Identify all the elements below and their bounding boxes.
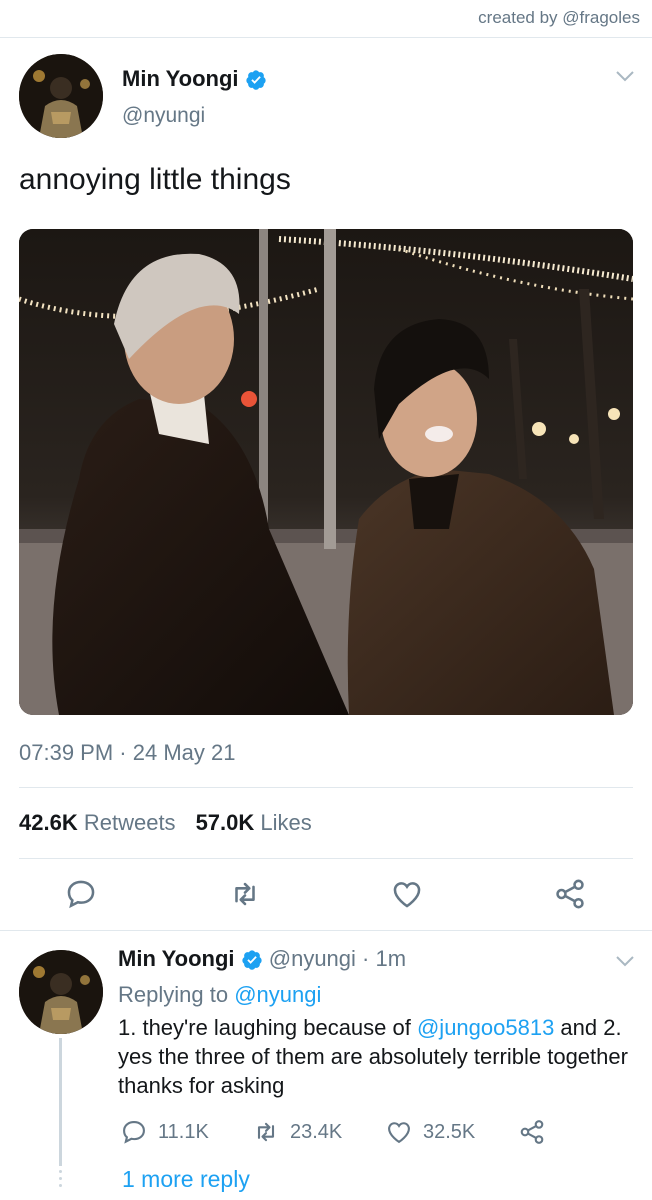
likes-count: 57.0K [195,810,255,835]
credit-text: created by @fragoles [478,8,640,27]
reply-replies-count: 11.1K [158,1120,209,1143]
reply-button[interactable] [64,877,98,911]
replying-to-handle[interactable]: @nyungi [234,982,321,1007]
reply-share-button[interactable] [518,1118,556,1146]
reply-author-handle[interactable]: @nyungi [269,946,356,971]
reply-icon [67,880,95,909]
retweets-stat[interactable]: 42.6K Retweets [19,810,176,835]
share-button[interactable] [553,877,587,911]
thread-line [59,1038,62,1166]
replying-to-label: Replying to [118,982,229,1007]
reply-text: 1. they're laughing because of @jungoo58… [118,1013,628,1100]
verified-badge-icon [246,70,266,90]
author-handle[interactable]: @nyungi [122,104,205,128]
verified-badge-icon [242,950,262,970]
share-icon [520,1120,544,1144]
dot-separator: · [355,946,376,971]
like-icon [393,882,421,908]
reply-retweets-count: 23.4K [290,1120,343,1143]
reply-icon [123,1121,145,1144]
replying-to: Replying to @nyungi [118,982,321,1008]
chevron-down-icon[interactable] [615,953,635,969]
more-replies-link[interactable]: 1 more reply [122,1166,250,1193]
mention-link[interactable]: @jungoo5813 [417,1015,554,1040]
author-name[interactable]: Min Yoongi [122,66,267,92]
reply-header: Min Yoongi @nyungi · 1m [118,946,406,972]
author-name-text[interactable]: Min Yoongi [122,66,239,91]
reply-time[interactable]: 1m [375,946,406,971]
like-icon [388,1122,410,1144]
likes-label: Likes [260,810,312,835]
avatar[interactable] [19,54,103,138]
dot-separator: · [113,740,133,765]
tweet-timestamp[interactable]: 07:39 PM · 24 May 21 [19,740,235,766]
like-button[interactable] [390,877,424,911]
reply-reply-button[interactable]: 11.1K [120,1118,209,1146]
divider [19,858,633,859]
thread-dots [58,1170,63,1191]
tweet-text: annoying little things [19,163,291,196]
reply-text-part1: 1. they're laughing because of [118,1015,417,1040]
retweet-button[interactable] [228,877,262,911]
likes-stat[interactable]: 57.0K Likes [196,810,312,835]
tweet-time: 07:39 PM [19,740,114,765]
divider [0,37,652,38]
retweet-icon [257,1122,275,1142]
tweet-photo[interactable] [19,229,633,715]
tweet-date: 24 May 21 [132,740,236,765]
retweets-label: Retweets [83,810,176,835]
divider [0,930,652,931]
divider [19,787,633,788]
share-icon [556,879,584,909]
reply-like-button[interactable]: 32.5K [385,1118,475,1146]
retweet-icon [235,882,255,906]
reply-avatar[interactable] [19,950,103,1034]
retweets-count: 42.6K [19,810,78,835]
tweet-stats: 42.6K Retweets 57.0K Likes [19,810,312,836]
reply-author-name[interactable]: Min Yoongi [118,946,235,971]
chevron-down-icon[interactable] [615,68,635,84]
reply-retweet-button[interactable]: 23.4K [252,1118,342,1146]
reply-likes-count: 32.5K [423,1120,476,1143]
